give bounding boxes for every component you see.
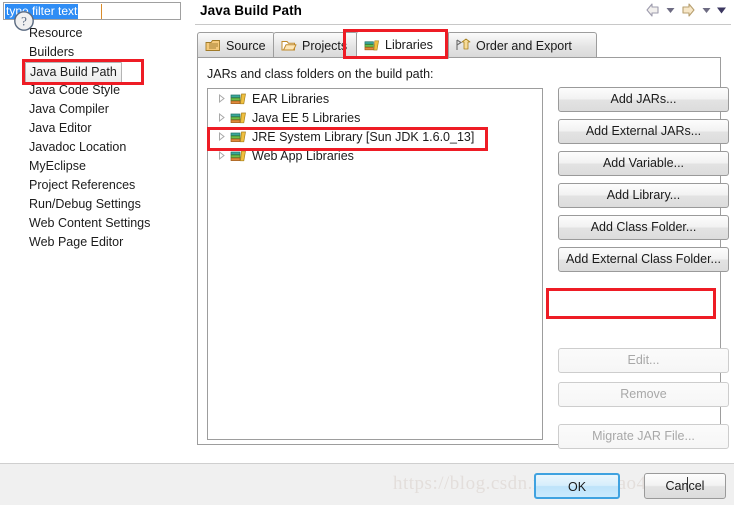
preferences-sidebar: type filter text Resource Builders Java … bbox=[0, 0, 186, 463]
add-external-jars-button[interactable]: Add External JARs... bbox=[558, 119, 729, 144]
remove-button[interactable]: Remove bbox=[558, 382, 729, 407]
ok-button[interactable]: OK bbox=[534, 473, 620, 499]
library-books-icon bbox=[230, 131, 246, 142]
back-menu-chevron-down-icon[interactable] bbox=[665, 4, 676, 16]
cancel-button[interactable]: Cancel bbox=[644, 473, 726, 499]
add-external-class-folder-button[interactable]: Add External Class Folder... bbox=[558, 247, 729, 272]
sidebar-item-label: Resource bbox=[29, 26, 83, 40]
expand-arrow-icon[interactable] bbox=[216, 112, 227, 123]
sidebar-item-java-build-path[interactable]: Java Build Path bbox=[0, 62, 186, 83]
sidebar-item-java-editor[interactable]: Java Editor bbox=[0, 119, 186, 138]
sidebar-item-label: Java Code Style bbox=[29, 83, 121, 97]
sidebar-item-label: Run/Debug Settings bbox=[29, 197, 141, 211]
tab-label: Libraries bbox=[385, 38, 433, 52]
sidebar-item-label: Javadoc Location bbox=[29, 140, 127, 154]
tab-projects[interactable]: Projects bbox=[273, 32, 358, 58]
expand-arrow-icon[interactable] bbox=[216, 131, 227, 142]
sidebar-item-label: MyEclipse bbox=[29, 159, 86, 173]
edit-button[interactable]: Edit... bbox=[558, 348, 729, 373]
tree-row-label: JRE System Library [Sun JDK 1.6.0_13] bbox=[252, 129, 475, 144]
page-title: Java Build Path bbox=[200, 3, 303, 18]
libraries-tab-panel: JARs and class folders on the build path… bbox=[197, 57, 729, 449]
source-folder-icon bbox=[205, 40, 220, 51]
add-library-button[interactable]: Add Library... bbox=[558, 183, 729, 208]
sidebar-item-web-page-editor[interactable]: Web Page Editor bbox=[0, 233, 186, 252]
sidebar-item-label: Java Build Path bbox=[25, 62, 122, 83]
build-path-tree[interactable]: EAR Libraries Java EE 5 Libraries JRE Sy… bbox=[207, 88, 543, 440]
library-books-icon bbox=[230, 150, 246, 161]
sidebar-item-label: Web Content Settings bbox=[29, 216, 151, 230]
sidebar-item-web-content-settings[interactable]: Web Content Settings bbox=[0, 214, 186, 233]
sidebar-item-label: Java Editor bbox=[29, 121, 92, 135]
sidebar-item-myeclipse[interactable]: MyEclipse bbox=[0, 157, 186, 176]
preferences-dialog: type filter text Resource Builders Java … bbox=[0, 0, 734, 505]
back-arrow-icon[interactable] bbox=[644, 2, 661, 18]
sidebar-item-java-compiler[interactable]: Java Compiler bbox=[0, 100, 186, 119]
question-mark-icon[interactable]: ? bbox=[13, 10, 35, 32]
sidebar-item-label: Project References bbox=[29, 178, 136, 192]
add-jars-button[interactable]: Add JARs... bbox=[558, 87, 729, 112]
preferences-tree[interactable]: Resource Builders Java Build Path Java C… bbox=[0, 24, 186, 252]
open-folder-icon bbox=[281, 41, 297, 51]
sidebar-item-java-code-style[interactable]: Java Code Style bbox=[0, 81, 186, 100]
forward-menu-chevron-down-icon[interactable] bbox=[701, 4, 712, 16]
sidebar-item-project-references[interactable]: Project References bbox=[0, 176, 186, 195]
expand-arrow-icon[interactable] bbox=[216, 93, 227, 104]
tree-row-java-ee-5-libraries[interactable]: Java EE 5 Libraries bbox=[208, 108, 542, 127]
tree-row-label: Web App Libraries bbox=[252, 148, 354, 163]
order-export-icon bbox=[456, 38, 471, 50]
sidebar-item-javadoc-location[interactable]: Javadoc Location bbox=[0, 138, 186, 157]
tree-row-ear-libraries[interactable]: EAR Libraries bbox=[208, 89, 542, 108]
sidebar-item-label: Java Compiler bbox=[29, 102, 109, 116]
svg-text:?: ? bbox=[21, 14, 27, 29]
add-class-folder-button[interactable]: Add Class Folder... bbox=[558, 215, 729, 240]
expand-arrow-icon[interactable] bbox=[216, 150, 227, 161]
tab-label: Projects bbox=[302, 38, 348, 53]
library-books-icon bbox=[364, 39, 379, 50]
tree-row-label: Java EE 5 Libraries bbox=[252, 110, 361, 125]
library-books-icon bbox=[230, 112, 246, 123]
tab-bar: Source Projects Libraries Order and Expo… bbox=[197, 31, 731, 59]
add-variable-button[interactable]: Add Variable... bbox=[558, 151, 729, 176]
tab-libraries[interactable]: Libraries bbox=[356, 31, 449, 59]
navigation-controls[interactable] bbox=[644, 2, 727, 18]
tab-label: Source bbox=[226, 38, 266, 53]
sidebar-item-builders[interactable]: Builders bbox=[0, 43, 186, 62]
migrate-jar-file-button[interactable]: Migrate JAR File... bbox=[558, 424, 729, 449]
tree-row-jre-system-library[interactable]: JRE System Library [Sun JDK 1.6.0_13] bbox=[208, 127, 542, 146]
tab-label: Order and Export bbox=[476, 38, 572, 53]
tab-order-and-export[interactable]: Order and Export bbox=[447, 32, 597, 58]
forward-arrow-icon[interactable] bbox=[680, 2, 697, 18]
sidebar-item-label: Web Page Editor bbox=[29, 235, 124, 249]
library-books-icon bbox=[230, 93, 246, 104]
jars-and-class-folders-label: JARs and class folders on the build path… bbox=[207, 67, 434, 81]
chevron-down-filled-icon[interactable] bbox=[716, 4, 727, 16]
java-build-path-panel: Java Build Path Source Projects Librarie… bbox=[187, 0, 734, 463]
text-caret bbox=[687, 477, 688, 492]
sidebar-item-run-debug-settings[interactable]: Run/Debug Settings bbox=[0, 195, 186, 214]
tree-row-web-app-libraries[interactable]: Web App Libraries bbox=[208, 146, 542, 165]
title-divider bbox=[195, 24, 731, 25]
sidebar-item-label: Builders bbox=[29, 45, 75, 59]
tab-source[interactable]: Source bbox=[197, 32, 275, 58]
text-caret bbox=[101, 4, 102, 19]
tree-row-label: EAR Libraries bbox=[252, 91, 330, 106]
